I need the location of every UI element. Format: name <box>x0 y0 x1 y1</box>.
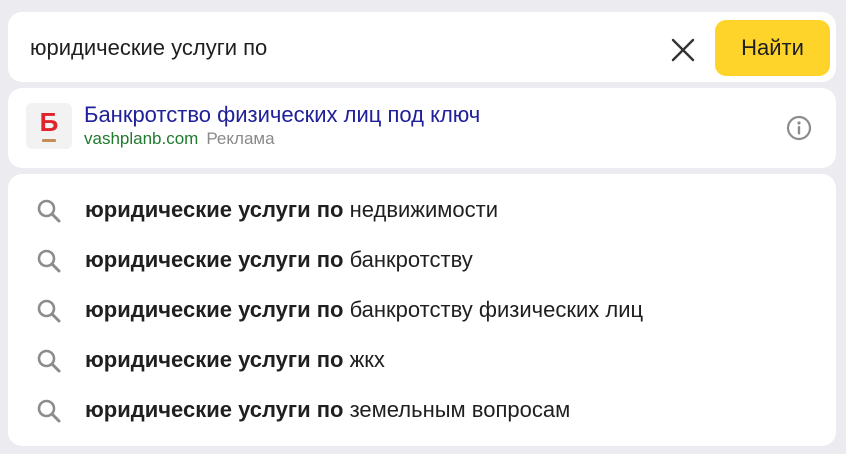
search-bar: юридические услуги по Найти <box>8 12 836 82</box>
search-icon <box>37 249 61 273</box>
suggestion-suffix: банкротству физических лиц <box>349 297 644 322</box>
close-icon <box>671 38 695 62</box>
search-input[interactable]: юридические услуги по <box>30 35 267 61</box>
clear-button[interactable] <box>665 32 701 68</box>
search-button[interactable]: Найти <box>715 20 830 76</box>
search-icon <box>37 199 61 223</box>
suggestion-suffix: банкротству <box>349 247 473 272</box>
suggestion-prefix: юридические услуги по <box>85 397 344 422</box>
suggestion-text: юридические услуги по жкх <box>85 347 385 373</box>
info-icon[interactable] <box>786 115 812 141</box>
ad-domain[interactable]: vashplanb.com <box>84 129 198 148</box>
search-icon <box>37 399 61 423</box>
suggestion-prefix: юридические услуги по <box>85 297 344 322</box>
ad-label: Реклама <box>206 129 275 148</box>
suggestion-prefix: юридические услуги по <box>85 247 344 272</box>
logo-letter: Б <box>39 107 59 137</box>
suggestion-suffix: земельным вопросам <box>349 397 571 422</box>
ad-result[interactable]: Б Банкротство физических лиц под ключ va… <box>8 88 836 168</box>
suggestions-list: юридические услуги по недвижимости юриди… <box>8 174 836 446</box>
suggestion-suffix: жкх <box>349 347 385 372</box>
ad-meta: vashplanb.com Реклама <box>84 129 275 149</box>
advertiser-logo: Б <box>26 103 72 149</box>
suggestion-text: юридические услуги по недвижимости <box>85 197 498 223</box>
suggestion-text: юридические услуги по земельным вопросам <box>85 397 570 423</box>
search-icon <box>37 349 61 373</box>
suggestion-prefix: юридические услуги по <box>85 197 344 222</box>
suggestion-text: юридические услуги по банкротству физиче… <box>85 297 643 323</box>
suggestion-item[interactable]: юридические услуги по жкх <box>8 335 836 385</box>
suggestion-text: юридические услуги по банкротству <box>85 247 473 273</box>
logo-underline <box>42 139 56 142</box>
suggestion-item[interactable]: юридические услуги по недвижимости <box>8 185 836 235</box>
search-icon <box>37 299 61 323</box>
suggestion-suffix: недвижимости <box>349 197 499 222</box>
suggestion-item[interactable]: юридические услуги по банкротству физиче… <box>8 285 836 335</box>
suggestion-item[interactable]: юридические услуги по банкротству <box>8 235 836 285</box>
ad-title[interactable]: Банкротство физических лиц под ключ <box>84 102 480 128</box>
suggestion-prefix: юридические услуги по <box>85 347 344 372</box>
suggestion-item[interactable]: юридические услуги по земельным вопросам <box>8 385 836 435</box>
